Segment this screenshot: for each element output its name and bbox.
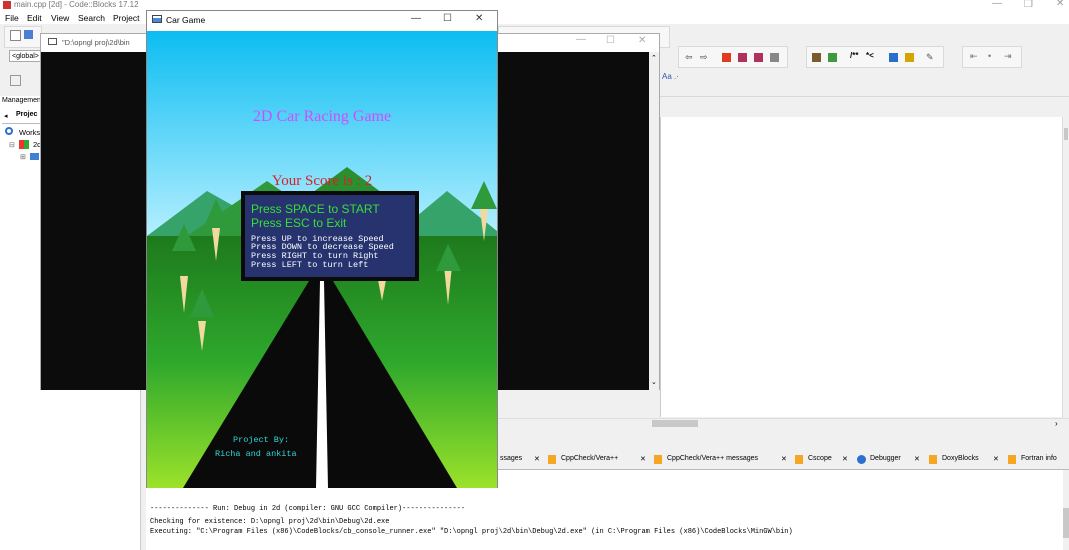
menu-search[interactable]: Search	[78, 13, 105, 23]
select-icon[interactable]	[10, 75, 21, 86]
close-icon[interactable]: ✕	[914, 455, 920, 463]
game-window-icon	[152, 15, 162, 23]
log-tab-cppcheck-messages[interactable]: CppCheck/Vera++ messages	[667, 455, 758, 462]
run-doxy-icon[interactable]	[828, 53, 837, 62]
bookmark-icon[interactable]	[722, 53, 731, 62]
credits-heading: Project By:	[233, 435, 290, 445]
scroll-down-icon[interactable]: ⌄	[651, 378, 657, 386]
log-tab-fortran-info[interactable]: Fortran info	[1021, 455, 1057, 462]
tab-scroll-left-icon[interactable]: ◂	[4, 112, 8, 120]
doxyblocks-log-icon	[929, 455, 937, 464]
console-maximize-button[interactable]: ☐	[606, 35, 615, 46]
game-window-title: Car Game	[166, 15, 206, 25]
log-tab-cppcheck[interactable]: CppCheck/Vera++	[561, 455, 618, 462]
menu-view[interactable]: View	[51, 13, 69, 23]
start-instruction: Press SPACE to START	[251, 202, 380, 216]
log-line: Executing: "C:\Program Files (x86)\CodeB…	[150, 528, 793, 536]
ide-window-title: main.cpp [2d] - Code::Blocks 17.12	[14, 0, 139, 9]
new-file-icon[interactable]	[10, 30, 21, 41]
back-arrow-icon[interactable]: ⇦	[685, 52, 694, 62]
workspace-label[interactable]: Works	[19, 128, 40, 137]
exit-instruction: Press ESC to Exit	[251, 216, 347, 230]
scroll-right-icon[interactable]: ›	[1055, 419, 1058, 428]
game-minimize-button[interactable]: —	[411, 13, 421, 24]
font-zoom-icon[interactable]: Aa .·	[662, 72, 679, 81]
close-icon[interactable]: ✕	[534, 455, 540, 463]
log-tab-debugger[interactable]: Debugger	[870, 455, 901, 462]
close-icon[interactable]: ✕	[640, 455, 646, 463]
app-icon	[3, 1, 11, 9]
folder-icon	[30, 153, 39, 160]
close-icon[interactable]: ✕	[842, 455, 848, 463]
editor-area[interactable]	[660, 117, 1064, 417]
cscope-icon	[795, 455, 803, 464]
cppcheck-icon	[548, 455, 556, 464]
menu-project[interactable]: Project	[113, 13, 139, 23]
next-bookmark-icon[interactable]	[754, 53, 763, 62]
open-file-icon[interactable]	[24, 30, 33, 39]
html-doc-icon[interactable]	[905, 53, 914, 62]
editor-horizontal-scrollbar[interactable]	[498, 418, 1069, 430]
log-tab-cscope[interactable]: Cscope	[808, 455, 832, 462]
tab-projects[interactable]: Projec	[16, 111, 37, 118]
ide-close-button[interactable]: ✕	[1056, 0, 1064, 9]
project-icon	[19, 140, 29, 149]
jump-back-icon[interactable]: ⇤	[970, 51, 978, 62]
log-line: Checking for existence: D:\opngl proj\2d…	[150, 518, 390, 526]
console-icon	[48, 38, 57, 45]
editor-scroll-thumb[interactable]	[1064, 128, 1068, 140]
doc-icon[interactable]	[889, 53, 898, 62]
close-icon[interactable]: ✕	[781, 455, 787, 463]
horizontal-scroll-thumb[interactable]	[652, 420, 698, 427]
score-display: Your Score is : 2	[271, 173, 373, 189]
ide-restore-button[interactable]: ❐	[1024, 0, 1033, 10]
turn-left-instruction: Press LEFT to turn Left	[251, 260, 369, 270]
console-scrollbar[interactable]	[649, 52, 659, 390]
menu-edit[interactable]: Edit	[27, 13, 42, 23]
tree-collapse-icon[interactable]: ⊟	[9, 141, 15, 149]
comment-line-icon[interactable]: *<	[866, 51, 874, 60]
log-line: -------------- Run: Debug in 2d (compile…	[150, 505, 466, 513]
jump-forward-icon[interactable]: ⇥	[1004, 51, 1012, 62]
console-window-title: "D:\opngl proj\2d\bin	[62, 38, 130, 47]
ide-minimize-button[interactable]: —	[992, 0, 1002, 9]
prev-bookmark-icon[interactable]	[738, 53, 747, 62]
wrench-icon[interactable]: ✎	[926, 52, 935, 62]
debugger-icon	[857, 455, 866, 464]
scope-combo[interactable]: <global>	[9, 50, 41, 62]
log-tab-messages[interactable]: ssages	[500, 455, 522, 462]
console-minimize-button[interactable]: —	[576, 34, 586, 45]
menu-file[interactable]: File	[5, 13, 19, 23]
game-maximize-button[interactable]: ☐	[443, 13, 452, 24]
logs-header	[498, 435, 1069, 453]
tree-expand-icon[interactable]: ⊞	[20, 153, 26, 161]
console-close-button[interactable]: ✕	[638, 35, 646, 46]
credits-names: Richa and ankita	[215, 449, 297, 459]
scroll-up-icon[interactable]: ⌃	[651, 54, 657, 62]
editor-vertical-scrollbar[interactable]	[1062, 117, 1069, 429]
forward-arrow-icon[interactable]: ⇨	[700, 52, 709, 62]
log-tab-doxyblocks[interactable]: DoxyBlocks	[942, 455, 979, 462]
comment-block-icon[interactable]: /**	[850, 51, 858, 60]
close-icon[interactable]: ✕	[993, 455, 999, 463]
log-scroll-thumb[interactable]	[1063, 508, 1069, 538]
doxyblocks-icon[interactable]	[812, 53, 821, 62]
fortran-icon	[1008, 455, 1016, 464]
management-title: Managemen	[2, 97, 41, 104]
tools-toolbar	[806, 46, 944, 68]
cppcheck-messages-icon	[654, 455, 662, 464]
workspace-icon	[5, 127, 13, 135]
jump-home-icon[interactable]: •	[988, 51, 991, 61]
game-heading: 2D Car Racing Game	[252, 108, 392, 125]
game-close-button[interactable]: ✕	[475, 13, 483, 24]
clear-bookmarks-icon[interactable]	[770, 53, 779, 62]
